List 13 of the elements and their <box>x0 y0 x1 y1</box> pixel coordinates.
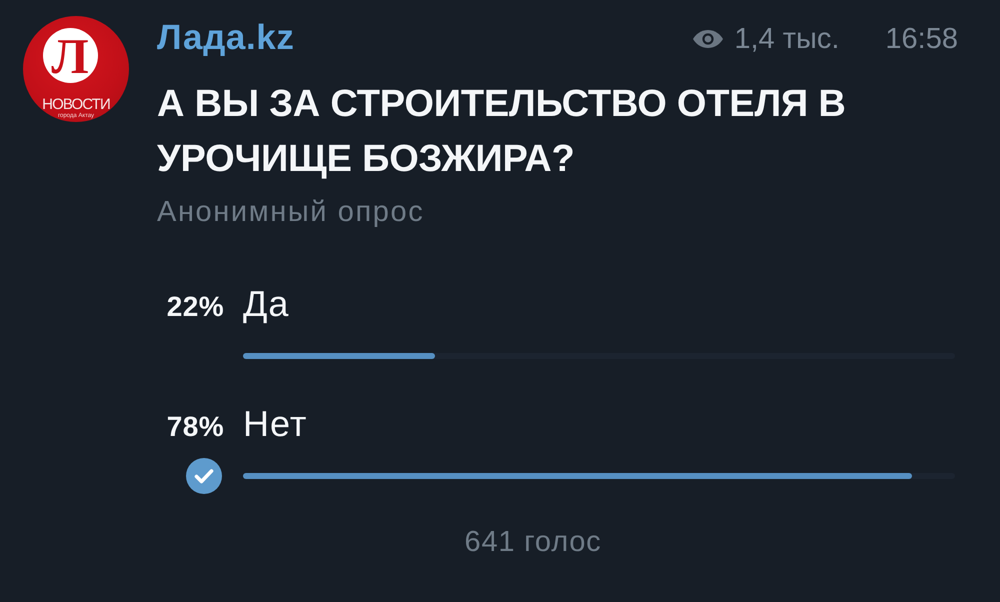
vote-percent: 78% <box>166 410 224 444</box>
poll-question: А ВЫ ЗА СТРОИТЕЛЬСТВО ОТЕЛЯ В УРОЧИЩЕ БОЗЖИРА? <box>157 82 847 182</box>
option-label: Нет <box>243 404 308 444</box>
channel-name[interactable]: Лада.kz <box>157 16 294 60</box>
vote-total: 641 голос <box>464 525 602 560</box>
poll-type-label: Анонимный опрос <box>157 195 426 229</box>
option-label: Да <box>243 284 290 324</box>
logo-letter: Л <box>42 28 98 83</box>
message-time: 16:58 <box>885 22 958 57</box>
logo-caption: НОВОСТИ <box>42 97 110 112</box>
eye-icon <box>692 29 724 49</box>
vote-percent: 22% <box>166 290 224 324</box>
view-count: 1,4 тыс. <box>734 22 840 57</box>
